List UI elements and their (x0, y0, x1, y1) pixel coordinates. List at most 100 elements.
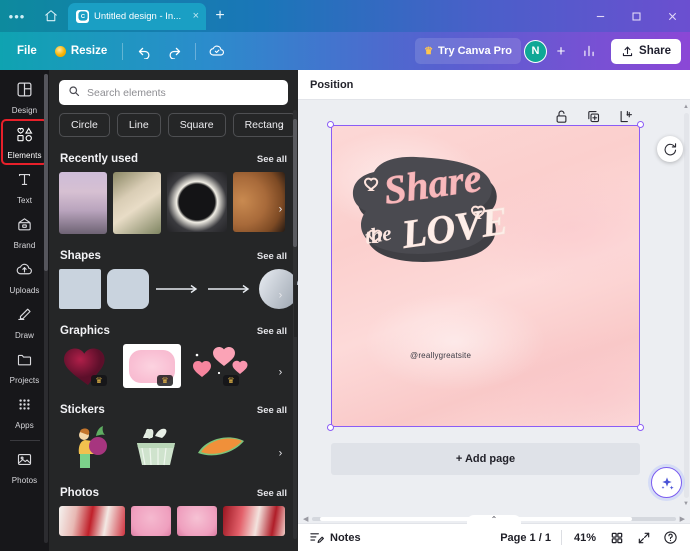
section-title-recently-used: Recently used (60, 153, 138, 165)
thumbnail-recent-2[interactable] (113, 172, 161, 234)
share-the-love-sticker[interactable]: Share the LOVE (346, 152, 518, 284)
see-all-graphics[interactable]: See all (257, 326, 287, 337)
shape-arrow[interactable] (207, 269, 253, 309)
editor-area: Position Share the LOVE @reallygreatsite… (298, 70, 690, 551)
fullscreen-icon[interactable] (635, 529, 652, 546)
close-window-button[interactable] (654, 0, 690, 32)
sidebar-item-brand[interactable]: Brand (2, 210, 47, 254)
panel-collapse-handle[interactable]: ‹ (294, 284, 298, 337)
scroll-right-arrow-icon[interactable]: ▶ (680, 515, 685, 523)
canvas-area[interactable]: Share the LOVE @reallygreatsite + Add pa… (298, 100, 690, 523)
canva-editor-window: ••• C Untitled design - In... × + File R… (0, 0, 690, 551)
resize-handle-br[interactable] (637, 424, 644, 431)
chip-line[interactable]: Line (116, 113, 161, 137)
new-tab-button[interactable]: + (206, 3, 234, 30)
sidebar-item-text[interactable]: Text (2, 165, 47, 209)
resize-handle-tr[interactable] (637, 121, 644, 128)
shape-square[interactable] (59, 269, 101, 309)
zoom-level[interactable]: 41% (572, 532, 598, 544)
graphics-next-icon[interactable]: › (272, 364, 289, 381)
see-all-recently-used[interactable]: See all (257, 154, 287, 165)
avatar[interactable]: N (524, 39, 548, 63)
draw-icon (16, 306, 33, 328)
notes-button[interactable]: Notes (309, 530, 361, 545)
sidebar-item-elements[interactable]: Elements (1, 119, 48, 165)
scroll-left-arrow-icon[interactable]: ◀ (303, 515, 308, 523)
photo-thumb-1[interactable] (59, 506, 125, 536)
thumbnail-recent-3[interactable] (167, 172, 227, 232)
rail-scrollbar[interactable] (44, 74, 48, 543)
help-icon[interactable] (662, 529, 679, 546)
duplicate-icon[interactable] (586, 109, 601, 124)
page-indicator[interactable]: Page 1 / 1 (500, 532, 551, 544)
unlock-icon[interactable] (554, 109, 569, 124)
home-icon[interactable] (34, 0, 68, 32)
panel-sections: Recently used See all › Shapes See all ›… (49, 150, 298, 551)
chip-square[interactable]: Square (167, 113, 226, 137)
insights-chart-icon[interactable] (575, 38, 603, 64)
minimize-button[interactable] (582, 0, 618, 32)
panel-expand-notch[interactable]: ⌃ (467, 515, 521, 526)
try-canva-pro-label: Try Canva Pro (438, 45, 513, 57)
search-box[interactable] (59, 80, 288, 105)
resize-button[interactable]: Resize (47, 38, 115, 64)
photo-thumb-3[interactable] (177, 506, 217, 536)
cloud-saved-icon[interactable] (203, 38, 231, 64)
shapes-next-icon[interactable]: › (272, 287, 289, 304)
undo-button[interactable] (130, 38, 158, 64)
sticker-person-beet[interactable] (59, 423, 119, 471)
sidebar-item-draw[interactable]: Draw (2, 300, 47, 344)
browser-tab[interactable]: C Untitled design - In... × (68, 2, 206, 30)
design-page[interactable]: Share the LOVE @reallygreatsite (331, 125, 640, 427)
magic-studio-button[interactable] (651, 467, 682, 498)
sidebar-item-photos[interactable]: Photos (2, 445, 47, 489)
graphic-3d-hearts[interactable]: ♛ (187, 344, 249, 388)
shape-rounded-square[interactable] (107, 269, 149, 309)
sidebar-item-apps[interactable]: Apps (2, 390, 47, 434)
resize-handle-bl[interactable] (327, 424, 334, 431)
add-page-icon[interactable] (618, 109, 633, 124)
grid-view-icon[interactable] (608, 529, 625, 546)
see-all-photos[interactable]: See all (257, 488, 287, 499)
search-input[interactable] (87, 86, 279, 99)
file-menu-button[interactable]: File (9, 38, 45, 64)
recently-used-next-icon[interactable]: › (272, 201, 289, 218)
graphic-dark-heart[interactable]: ♛ (59, 344, 117, 388)
try-canva-pro-button[interactable]: ♛ Try Canva Pro (415, 38, 522, 64)
shape-line-arrow[interactable] (155, 269, 201, 309)
notes-icon (310, 533, 324, 544)
stickers-next-icon[interactable]: › (272, 445, 289, 462)
redo-button[interactable] (160, 38, 188, 64)
elements-icon (16, 126, 34, 148)
sidebar-item-design[interactable]: Design (2, 75, 47, 119)
sidebar-item-projects[interactable]: Projects (2, 345, 47, 389)
design-handle-text: @reallygreatsite (410, 351, 472, 360)
tab-strip-left: ••• C Untitled design - In... × + (0, 0, 234, 32)
sidebar-item-uploads[interactable]: Uploads (2, 255, 47, 299)
position-button[interactable]: Position (310, 79, 353, 91)
chips-next-icon[interactable]: › (274, 117, 290, 133)
browser-menu-icon[interactable]: ••• (0, 0, 34, 32)
sticker-vegetable-basket[interactable] (125, 423, 185, 471)
see-all-stickers[interactable]: See all (257, 405, 287, 416)
photo-thumb-2[interactable] (131, 506, 171, 536)
invite-members-button[interactable]: + (550, 39, 572, 63)
resize-handle-tl[interactable] (327, 121, 334, 128)
maximize-button[interactable] (618, 0, 654, 32)
tab-close-icon[interactable]: × (192, 10, 200, 22)
rotate-button[interactable] (657, 136, 683, 162)
canvas-vertical-scrollbar[interactable]: ▲ ▼ (683, 104, 689, 507)
scroll-up-arrow-icon[interactable]: ▲ (683, 104, 689, 110)
add-page-button[interactable]: + Add page (331, 443, 640, 475)
chip-circle[interactable]: Circle (59, 113, 110, 137)
photo-thumb-4[interactable] (223, 506, 285, 536)
thumbnail-recent-1[interactable] (59, 172, 107, 234)
scroll-down-arrow-icon[interactable]: ▼ (683, 501, 689, 507)
see-all-shapes[interactable]: See all (257, 251, 287, 262)
crown-icon: ♛ (424, 45, 434, 57)
share-label: Share (639, 45, 671, 57)
graphic-pink-cloud-frame[interactable]: ♛ (123, 344, 181, 388)
share-button[interactable]: Share (611, 38, 681, 64)
canvas-vscroll-track[interactable] (684, 113, 689, 498)
sticker-melon-slice[interactable] (191, 423, 251, 471)
